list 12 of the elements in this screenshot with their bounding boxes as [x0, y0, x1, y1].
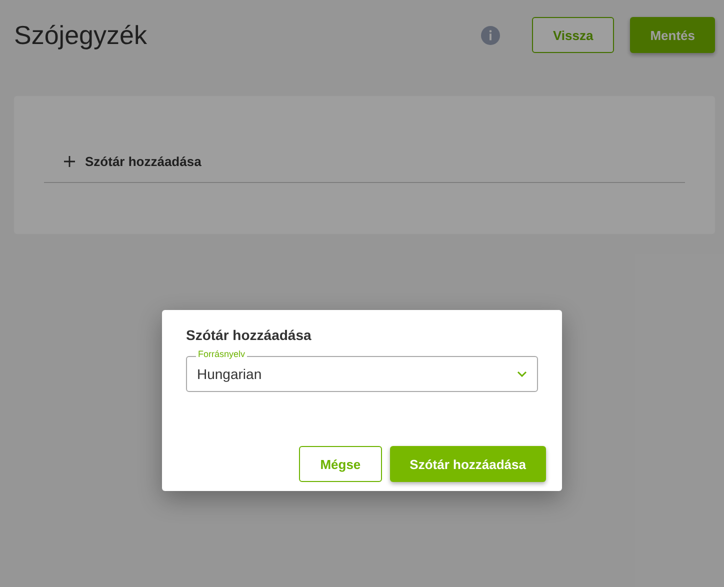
cancel-button[interactable]: Mégse	[299, 446, 382, 482]
plus-icon[interactable]	[64, 156, 75, 166]
source-language-select[interactable]: Forrásnyelv Hungarian	[186, 349, 538, 392]
select-value: Hungarian	[197, 366, 263, 382]
dialog-title: Szótár hozzáadása	[186, 327, 312, 343]
back-button[interactable]: Vissza	[532, 17, 614, 53]
save-button[interactable]: Mentés	[630, 17, 715, 53]
chevron-down-icon	[517, 371, 527, 377]
field-label: Forrásnyelv	[196, 349, 248, 359]
page-title: Szójegyzék	[14, 20, 148, 50]
add-dictionary-link[interactable]: Szótár hozzáadása	[85, 154, 202, 168]
add-button[interactable]: Szótár hozzáadása	[390, 446, 546, 482]
